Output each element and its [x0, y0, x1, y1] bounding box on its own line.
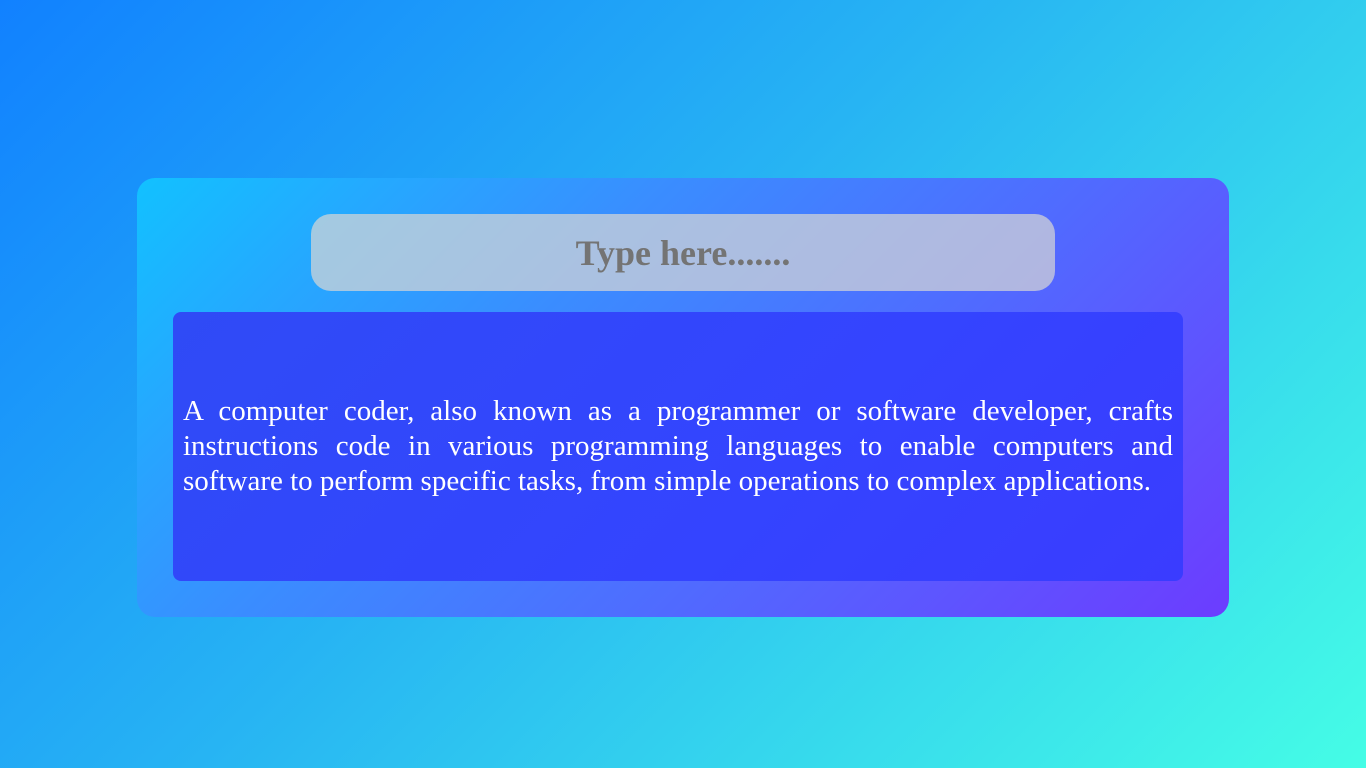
- description-panel: A computer coder, also known as a progra…: [173, 312, 1183, 581]
- search-input-wrapper: [311, 214, 1055, 291]
- description-text: A computer coder, also known as a progra…: [183, 395, 1173, 497]
- main-card: A computer coder, also known as a progra…: [137, 178, 1229, 617]
- search-input[interactable]: [311, 214, 1055, 291]
